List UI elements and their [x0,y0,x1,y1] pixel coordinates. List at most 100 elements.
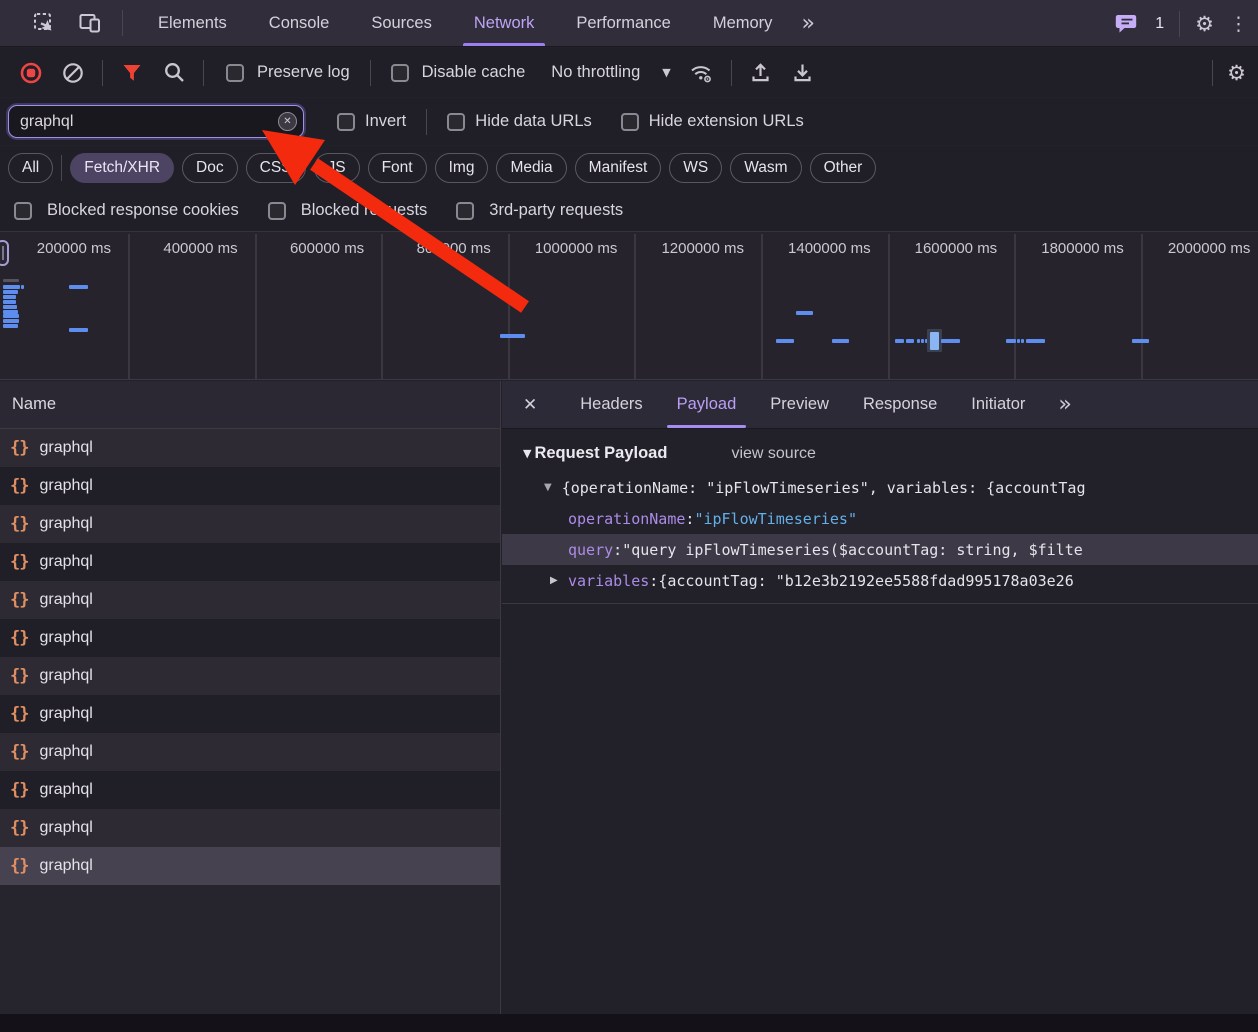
waterfall-bar [3,300,16,304]
filter-funnel-icon[interactable] [118,59,146,87]
name-column-header[interactable]: Name [0,381,500,429]
request-row[interactable]: {}graphql [0,847,500,885]
view-source-link[interactable]: view source [731,445,815,463]
request-name: graphql [39,591,92,609]
tab-performance[interactable]: Performance [555,0,691,46]
clear-filter-icon[interactable]: ✕ [278,112,297,131]
waterfall-bar [776,339,794,343]
section-expanded-icon[interactable]: ▼ [523,447,531,460]
search-icon[interactable] [160,59,188,87]
network-overview-timeline[interactable]: 200000 ms400000 ms600000 ms800000 ms1000… [0,232,1258,380]
chip-img[interactable]: Img [435,153,489,183]
main-tabs: ElementsConsoleSourcesNetworkPerformance… [137,0,793,46]
details-more-tabs-icon[interactable]: » [1058,392,1069,417]
request-row[interactable]: {}graphql [0,771,500,809]
payload-view: ▼ Request Payload view source ▼ {operati… [502,444,1258,604]
network-settings-gear-icon[interactable]: ⚙ [1227,61,1246,85]
request-row[interactable]: {}graphql [0,543,500,581]
export-har-icon[interactable] [789,59,817,87]
request-row[interactable]: {} graphql [0,581,500,619]
chip-all[interactable]: All [8,153,53,183]
json-braces-icon: {} [10,818,28,838]
chip-css[interactable]: CSS [246,153,306,183]
inspect-element-icon[interactable] [30,9,58,37]
payload-root-line[interactable]: ▼ {operationName: "ipFlowTimeseries", va… [502,472,1258,503]
request-row[interactable]: {}graphql [0,429,500,467]
request-row[interactable]: {}graphql [0,619,500,657]
chip-media[interactable]: Media [496,153,566,183]
chip-wasm[interactable]: Wasm [730,153,801,183]
chip-font[interactable]: Font [368,153,427,183]
tab-sources[interactable]: Sources [350,0,453,46]
json-braces-icon: {} [10,780,28,800]
waterfall-bar [3,319,19,323]
waterfall-bar [921,339,924,343]
tab-response[interactable]: Response [846,381,954,428]
request-row[interactable]: {}graphql [0,733,500,771]
record-network-log-icon[interactable] [17,59,45,87]
tab-memory[interactable]: Memory [692,0,794,46]
more-tabs-icon[interactable]: » [793,11,820,36]
device-toolbar-icon[interactable] [76,9,104,37]
tab-initiator[interactable]: Initiator [954,381,1042,428]
tab-payload[interactable]: Payload [660,381,754,428]
timeline-tick-label: 1600000 ms [877,240,997,257]
json-braces-icon: {} [10,590,28,610]
disable-cache-checkbox[interactable] [391,64,409,82]
payload-row-query[interactable]: query: "query ipFlowTimeseries($accountT… [502,534,1258,565]
chip-fetch-xhr[interactable]: Fetch/XHR [70,153,174,183]
request-row[interactable]: {}graphql [0,809,500,847]
chip-js[interactable]: JS [314,153,360,183]
close-details-icon[interactable]: ✕ [523,395,537,415]
json-value: "ipFlowTimeseries" [694,510,857,528]
json-separator: : [613,541,622,559]
payload-row-operationname[interactable]: operationName: "ipFlowTimeseries" [502,503,1258,534]
tab-headers[interactable]: Headers [563,381,659,428]
requests-panel: Name {}graphql{}graphql{}graphql{}graphq… [0,381,501,1014]
chip-other[interactable]: Other [810,153,877,183]
request-row[interactable]: {}graphql [0,467,500,505]
payload-row-variables[interactable]: ▶variables: {accountTag: "b12e3b2192ee55… [502,565,1258,596]
json-separator: : [685,510,694,528]
waterfall-bar [3,324,18,328]
preserve-log-label: Preserve log [257,63,350,82]
issues-message-icon[interactable] [1114,10,1140,38]
third-party-requests-checkbox[interactable] [456,202,474,220]
request-list: {}graphql{}graphql{}graphql{}graphql{}gr… [0,429,500,885]
chip-doc[interactable]: Doc [182,153,238,183]
blocked-response-cookies-checkbox[interactable] [14,202,32,220]
network-options-row: Blocked response cookies Blocked request… [0,190,1258,232]
tab-preview[interactable]: Preview [753,381,846,428]
kebab-menu-icon[interactable]: ⋮ [1229,13,1248,35]
waterfall-bar [1026,339,1045,343]
timeline-tick-label: 1800000 ms [1004,240,1124,257]
import-har-icon[interactable] [747,59,775,87]
tab-network[interactable]: Network [453,0,556,46]
chip-divider [61,155,62,181]
issues-count[interactable]: 1 [1155,15,1164,33]
tab-console[interactable]: Console [248,0,351,46]
preserve-log-checkbox[interactable] [226,64,244,82]
collapsed-triangle-icon[interactable]: ▶ [550,575,568,586]
chip-manifest[interactable]: Manifest [575,153,662,183]
request-row[interactable]: {}graphql [0,695,500,733]
waterfall-bar [906,339,914,343]
chip-ws[interactable]: WS [669,153,722,183]
chevron-down-icon: ▼ [662,66,670,79]
json-braces-icon: {} [10,628,28,648]
clear-network-log-icon[interactable] [59,59,87,87]
expanded-triangle-icon[interactable]: ▼ [544,482,552,493]
throttling-dropdown[interactable]: No throttling ▼ [551,63,670,82]
settings-gear-icon[interactable]: ⚙ [1195,12,1214,36]
hide-data-urls-checkbox[interactable] [447,113,465,131]
waterfall-bar [69,328,88,332]
network-conditions-icon[interactable] [688,59,716,87]
request-row[interactable]: {}graphql [0,657,500,695]
hide-extension-urls-checkbox[interactable] [621,113,639,131]
blocked-requests-checkbox[interactable] [268,202,286,220]
request-row[interactable]: {}graphql [0,505,500,543]
tab-elements[interactable]: Elements [137,0,248,46]
filter-input[interactable] [8,105,304,138]
request-payload-title: Request Payload [534,444,667,463]
invert-checkbox[interactable] [337,113,355,131]
